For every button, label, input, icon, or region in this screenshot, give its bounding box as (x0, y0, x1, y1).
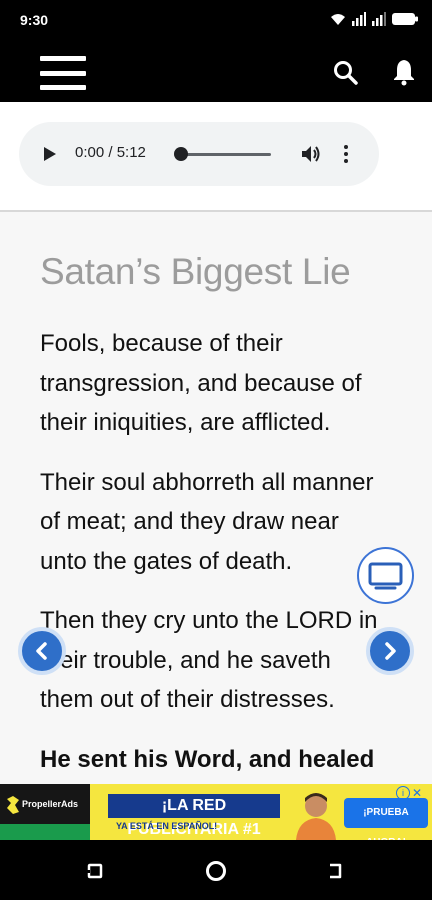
content-area: 0:00 / 5:12 Satan’s Biggest Lie Fools, b… (0, 102, 432, 784)
monitor-icon (368, 562, 403, 590)
status-bar: 9:30 (0, 0, 432, 44)
chevron-right-icon (385, 642, 396, 660)
play-icon[interactable] (43, 146, 57, 162)
ad-headline: ¡LA RED PUBLICITARIA #1 (108, 794, 280, 838)
signal-icon (352, 12, 366, 26)
home-icon[interactable] (206, 861, 226, 881)
text-line: their trouble, and he saveth (40, 646, 331, 674)
wifi-icon (331, 14, 345, 25)
recent-apps-icon[interactable] (86, 862, 104, 880)
ad-subline: YA ESTÁ EN ESPAÑOL! (116, 821, 218, 831)
text-line: unto the gates of death. (40, 547, 293, 575)
text-line: of meat; and they draw near (40, 508, 339, 535)
text-line: transgression, and because of (40, 369, 362, 397)
audio-player: 0:00 / 5:12 (19, 122, 379, 186)
cast-button[interactable] (357, 547, 414, 604)
audio-progress-knob[interactable] (174, 147, 188, 161)
ad-brand: PropellerAds (22, 799, 79, 809)
paragraph: Their soul abhorreth all manner of meat;… (40, 463, 410, 582)
ad-info-icon[interactable]: i (396, 786, 410, 800)
menu-line (40, 56, 86, 61)
next-button[interactable] (366, 627, 414, 675)
system-nav-bar (0, 840, 432, 900)
battery-icon (392, 13, 418, 25)
ad-close-icon[interactable]: ✕ (412, 786, 428, 800)
volume-icon[interactable] (299, 142, 323, 166)
text-line: He sent his Word, and healed (40, 745, 375, 773)
ad-decoration (0, 824, 90, 840)
chevron-left-icon (36, 642, 47, 660)
text-line: Their soul abhorreth all manner (40, 468, 374, 496)
ad-brand-panel: PropellerAds (0, 784, 90, 840)
audio-progress-bar[interactable] (179, 153, 271, 156)
text-line: Fools, because of their (40, 330, 283, 357)
paragraph-bold: He sent his Word, and healed (40, 740, 410, 780)
ad-banner[interactable]: PropellerAds ¡LA RED PUBLICITARIA #1 YA … (0, 784, 432, 840)
paragraph: Fools, because of their transgression, a… (40, 324, 410, 443)
app-bar (0, 44, 432, 102)
menu-line (40, 70, 86, 76)
audio-time: 0:00 / 5:12 (75, 144, 146, 161)
bell-icon[interactable] (391, 58, 417, 86)
article: Satan’s Biggest Lie Fools, because of th… (40, 250, 410, 784)
article-title: Satan’s Biggest Lie (40, 251, 351, 292)
paragraph: Then they cry unto the LORD in their tro… (40, 601, 410, 720)
back-icon[interactable] (326, 862, 344, 880)
status-icons (330, 12, 418, 26)
signal-icon-2 (372, 12, 386, 26)
audio-player-section: 0:00 / 5:12 (0, 102, 432, 212)
text-line: them out of their distresses. (40, 686, 335, 713)
hamburger-menu-icon[interactable] (40, 56, 86, 90)
propeller-logo-icon (7, 796, 19, 814)
text-line: their iniquities, are afflicted. (40, 409, 331, 436)
text-line: Then they cry unto the LORD in (40, 607, 378, 634)
previous-button[interactable] (18, 627, 66, 675)
ad-person-image (296, 793, 336, 840)
ad-cta-button[interactable]: ¡PRUEBA AHORA! (344, 798, 428, 840)
status-time: 9:30 (20, 12, 49, 28)
search-icon[interactable] (333, 60, 359, 86)
menu-line (40, 85, 86, 90)
more-options-icon[interactable] (341, 144, 351, 164)
